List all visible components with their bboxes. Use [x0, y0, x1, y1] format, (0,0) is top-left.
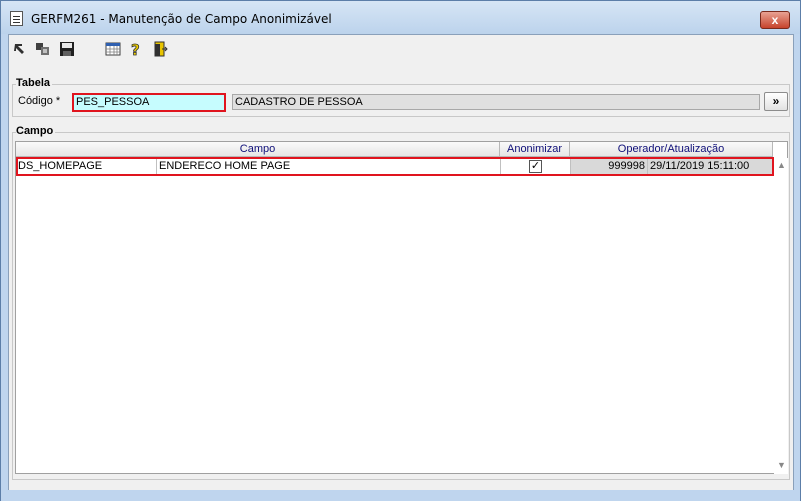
anonimizar-checkbox[interactable]: ✓ — [529, 160, 542, 173]
lookup-button[interactable]: » — [764, 92, 788, 111]
cell-campo-descricao[interactable]: ENDERECO HOME PAGE — [157, 158, 501, 175]
cell-operador: 999998 — [571, 158, 648, 175]
vertical-scrollbar[interactable]: ▲ ▼ — [774, 158, 788, 474]
scroll-down-icon[interactable]: ▼ — [777, 460, 786, 470]
column-header-operador[interactable]: Operador/Atualização — [570, 142, 773, 157]
grid-header: Campo Anonimizar Operador/Atualização — [16, 142, 773, 157]
close-button[interactable]: x — [760, 11, 790, 29]
tabela-description-field: CADASTRO DE PESSOA — [232, 94, 760, 110]
campo-grid: Campo Anonimizar Operador/Atualização DS… — [15, 141, 788, 474]
column-header-anonimizar[interactable]: Anonimizar — [500, 142, 570, 157]
copy-record-icon[interactable] — [35, 41, 51, 57]
title-bar[interactable]: GERFM261 - Manutenção de Campo Anonimizá… — [1, 1, 800, 34]
cell-atualizacao: 29/11/2019 15:11:00 — [648, 158, 773, 175]
svg-text:?: ? — [131, 41, 140, 57]
window-title: GERFM261 - Manutenção de Campo Anonimizá… — [31, 12, 332, 26]
scroll-up-icon[interactable]: ▲ — [777, 160, 786, 170]
client-area: ? Tabela Código * PES_PESSOA CADASTRO DE… — [8, 34, 794, 495]
calendar-grid-icon[interactable] — [105, 41, 121, 57]
help-icon[interactable]: ? — [128, 41, 144, 57]
cell-campo-nome[interactable]: DS_HOMEPAGE — [16, 158, 157, 175]
document-icon — [10, 11, 23, 26]
cell-anonimizar[interactable]: ✓ — [501, 158, 571, 175]
main-window: GERFM261 - Manutenção de Campo Anonimizá… — [0, 0, 801, 501]
toolbar: ? — [9, 35, 793, 67]
codigo-label: Código * — [18, 95, 61, 107]
exit-door-icon[interactable] — [152, 41, 168, 57]
column-header-campo[interactable]: Campo — [16, 142, 500, 157]
codigo-input[interactable]: PES_PESSOA — [72, 93, 226, 112]
campo-group-title: Campo — [16, 125, 56, 137]
status-bar — [1, 490, 800, 501]
save-icon[interactable] — [59, 41, 75, 57]
tabela-group-title: Tabela — [16, 77, 53, 89]
first-record-icon[interactable] — [13, 41, 29, 57]
table-row[interactable]: DS_HOMEPAGE ENDERECO HOME PAGE ✓ 999998 … — [16, 158, 773, 175]
